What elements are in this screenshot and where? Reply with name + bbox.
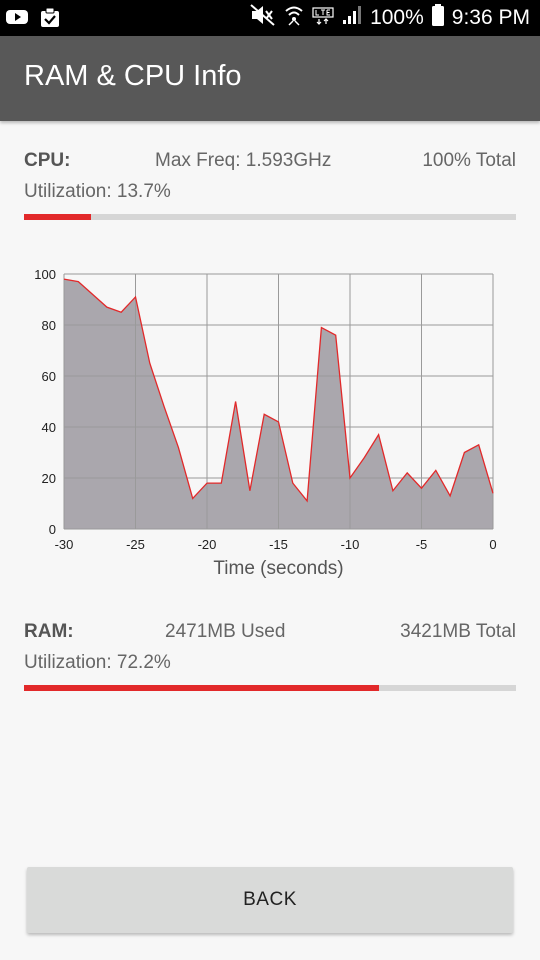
ram-progress-bar bbox=[24, 685, 516, 691]
mute-icon bbox=[250, 4, 276, 32]
y-tick-label: 0 bbox=[49, 522, 56, 537]
battery-text: 100% bbox=[370, 6, 424, 29]
lte-icon bbox=[312, 4, 334, 32]
y-tick-label: 80 bbox=[42, 318, 56, 333]
x-tick-label: -25 bbox=[126, 537, 145, 552]
app-bar: RAM & CPU Info bbox=[0, 36, 540, 121]
ram-label: RAM: bbox=[24, 621, 74, 642]
status-bar: 100% 9:36 PM bbox=[0, 0, 540, 36]
clipboard-check-icon bbox=[40, 7, 60, 33]
clock: 9:36 PM bbox=[451, 6, 530, 29]
youtube-icon bbox=[6, 8, 28, 33]
signal-icon bbox=[342, 5, 362, 31]
cpu-max-freq: Max Freq: 1.593GHz bbox=[155, 150, 332, 171]
battery-icon bbox=[431, 4, 444, 32]
cpu-utilization: Utilization: 13.7% bbox=[24, 181, 171, 202]
x-tick-label: -5 bbox=[416, 537, 428, 552]
wifi-icon bbox=[284, 4, 304, 32]
x-tick-label: -10 bbox=[341, 537, 360, 552]
cpu-usage-chart-svg: 0 20 40 60 80 100 -30 -25 -20 -15 -10 -5 0 Time (seco… bbox=[34, 267, 496, 579]
x-tick-label: -20 bbox=[198, 537, 217, 552]
ram-utilization: Utilization: 72.2% bbox=[24, 652, 171, 673]
app-title: RAM & CPU Info bbox=[24, 60, 242, 92]
x-tick-label: -15 bbox=[269, 537, 288, 552]
y-tick-label: 60 bbox=[42, 369, 56, 384]
cpu-total: 100% Total bbox=[422, 150, 516, 171]
cpu-progress-fill bbox=[24, 214, 92, 220]
cpu-usage-chart: 0 20 40 60 80 100 -30 -25 -20 -15 -10 -5 0 Time (seco… bbox=[24, 262, 516, 582]
y-tick-label: 20 bbox=[42, 471, 56, 486]
y-tick-label: 40 bbox=[42, 420, 56, 435]
ram-total: 3421MB Total bbox=[400, 621, 516, 642]
cpu-label: CPU: bbox=[24, 150, 71, 171]
ram-used: 2471MB Used bbox=[165, 621, 286, 642]
y-tick-label: 100 bbox=[34, 267, 56, 282]
x-tick-label: 0 bbox=[489, 537, 496, 552]
ram-progress-fill bbox=[24, 685, 380, 691]
back-button[interactable]: BACK bbox=[27, 867, 513, 933]
x-tick-label: -30 bbox=[55, 537, 74, 552]
cpu-progress-bar bbox=[24, 214, 516, 220]
x-axis-label: Time (seconds) bbox=[213, 558, 343, 579]
